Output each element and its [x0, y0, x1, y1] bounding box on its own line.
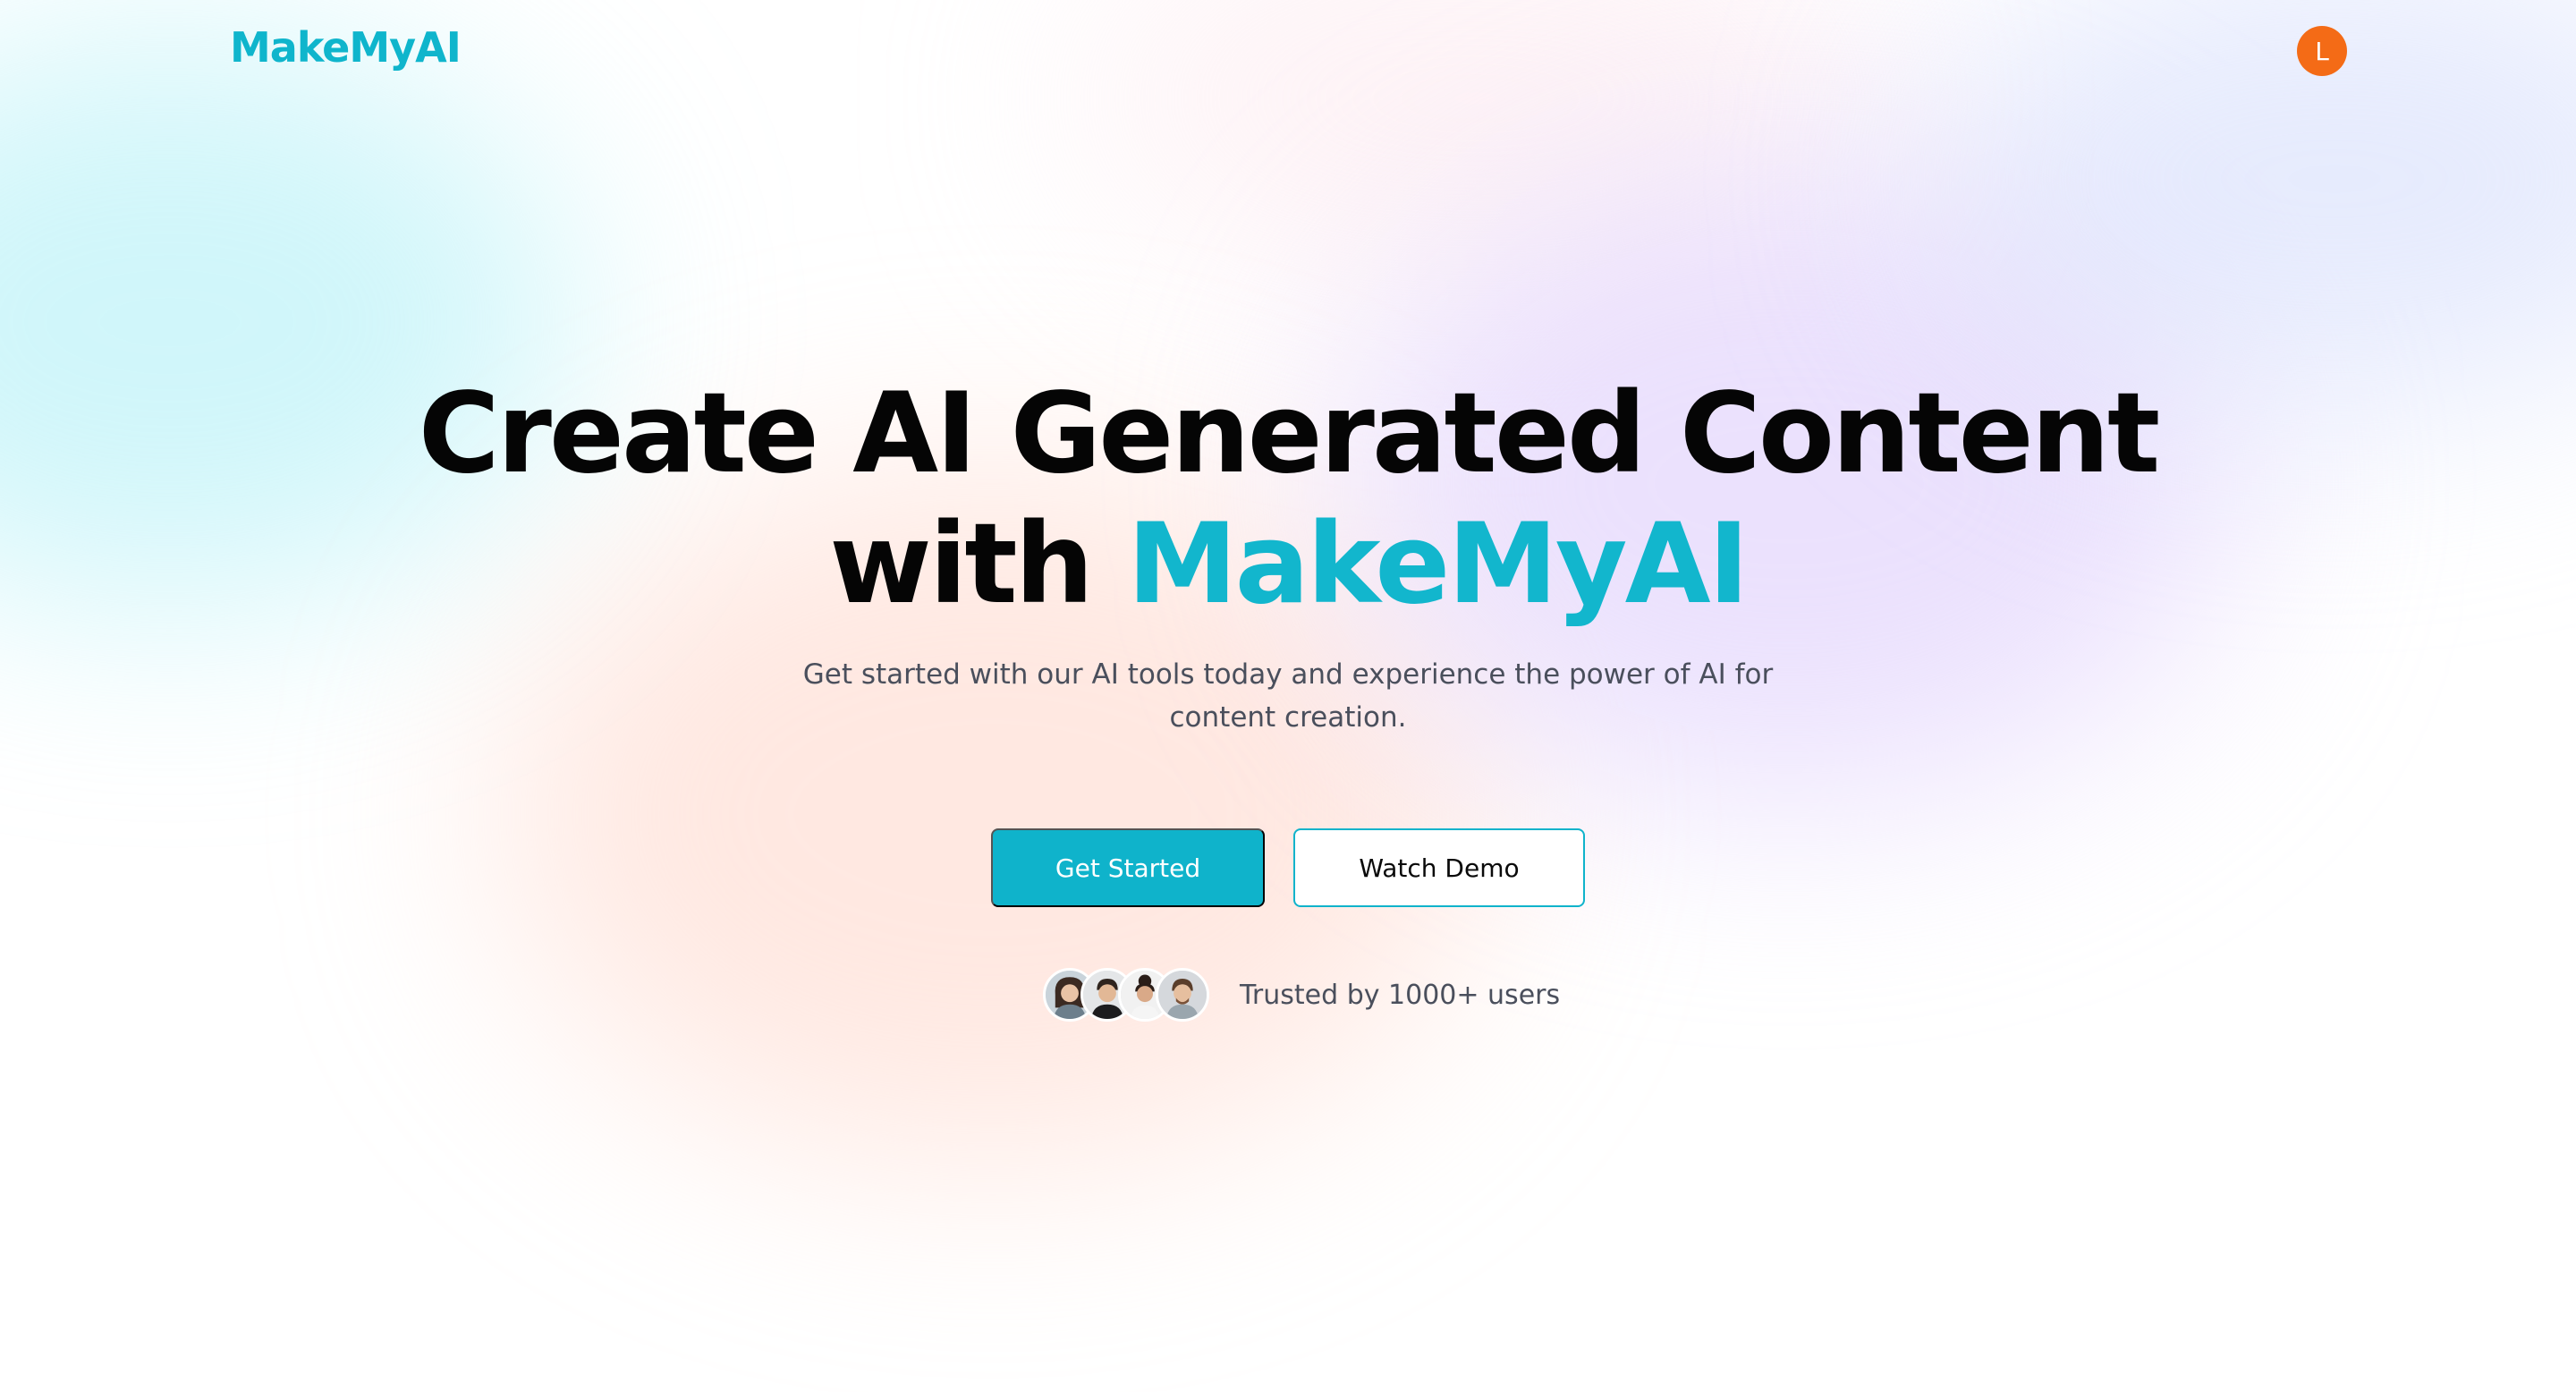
user-photo-4 [1156, 968, 1209, 1022]
trusted-users-text: Trusted by 1000+ users [1240, 979, 1561, 1011]
hero-title-prefix: with [829, 500, 1094, 629]
hero-title: Create AI Generated Content with MakeMyA… [0, 369, 2576, 630]
hero-title-line-1: Create AI Generated Content [418, 369, 2161, 498]
hero-subtitle-line-2: content creation. [1169, 701, 1407, 734]
get-started-button[interactable]: Get Started [991, 828, 1265, 907]
hero-title-brand: MakeMyAI [1127, 500, 1750, 629]
user-avatar-stack [1043, 968, 1209, 1022]
hero-subtitle-line-1: Get started with our AI tools today and … [802, 658, 1774, 691]
brand-logo[interactable]: MakeMyAI [230, 23, 462, 72]
top-navbar: MakeMyAI L [0, 0, 2576, 100]
hero-title-line-2: with MakeMyAI [0, 499, 2576, 630]
social-proof: Trusted by 1000+ users [1043, 966, 1560, 1023]
user-avatar-initial: L [2315, 36, 2329, 66]
hero-subtitle: Get started with our AI tools today and … [787, 653, 1789, 739]
user-avatar[interactable]: L [2297, 26, 2347, 76]
watch-demo-button[interactable]: Watch Demo [1293, 828, 1585, 907]
